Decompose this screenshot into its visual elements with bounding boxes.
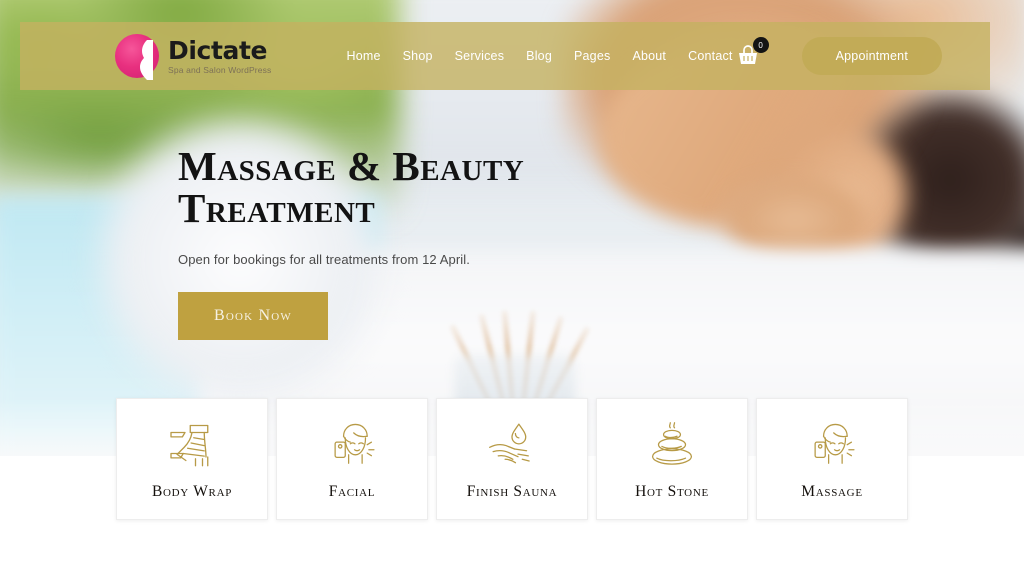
nav-item-pages[interactable]: Pages (574, 49, 610, 63)
cart-button[interactable]: 0 (736, 37, 769, 68)
page-root: Dictate Spa and Salon WordPress Home Sho… (0, 0, 1024, 588)
stacked-stones-steam-icon (645, 417, 699, 469)
logo-circle-icon (115, 34, 159, 80)
hero-content: Massage & Beauty Treatment Open for book… (178, 143, 608, 340)
service-card-finish-sauna[interactable]: Finish Sauna (436, 398, 588, 520)
woman-silhouette-icon (140, 40, 153, 80)
brand-logo[interactable]: Dictate Spa and Salon WordPress (115, 34, 272, 80)
hero-title-line-2: Treatment (178, 184, 376, 231)
service-card-label: Finish Sauna (466, 483, 558, 500)
nav-item-contact[interactable]: Contact (688, 49, 732, 63)
service-card-label: Massage (801, 483, 863, 500)
face-towel-turban-icon (325, 417, 379, 469)
service-card-facial[interactable]: Facial (276, 398, 428, 520)
main-navigation: Home Shop Services Blog Pages About Cont… (346, 49, 732, 63)
service-cards: Body Wrap Facial Finish Sauna Hot Stone … (116, 398, 908, 520)
cart-count-badge: 0 (752, 37, 769, 53)
hand-water-drop-icon (484, 417, 540, 469)
service-card-label: Body Wrap (151, 483, 233, 500)
nav-item-shop[interactable]: Shop (403, 49, 433, 63)
service-card-hot-stone[interactable]: Hot Stone (596, 398, 748, 520)
face-towel-turban-icon (805, 417, 859, 469)
service-card-body-wrap[interactable]: Body Wrap (116, 398, 268, 520)
appointment-button[interactable]: Appointment (801, 37, 942, 75)
wrapped-leg-icon (164, 417, 220, 469)
brand-tagline: Spa and Salon WordPress (168, 64, 272, 75)
service-card-label: Facial (328, 483, 376, 500)
hero-subtitle: Open for bookings for all treatments fro… (178, 251, 470, 267)
book-now-button[interactable]: Book Now (178, 291, 328, 340)
nav-item-services[interactable]: Services (455, 49, 505, 63)
header-actions: 0 Appointment (736, 37, 942, 75)
service-card-label: Hot Stone (635, 483, 709, 500)
brand-name: Dictate (168, 35, 268, 65)
nav-item-about[interactable]: About (632, 49, 666, 63)
service-card-massage[interactable]: Massage (756, 398, 908, 520)
nav-item-home[interactable]: Home (346, 49, 380, 63)
hero-title-line-1: Massage & Beauty (178, 143, 525, 189)
hero-title: Massage & Beauty Treatment (178, 143, 608, 231)
site-header: Dictate Spa and Salon WordPress Home Sho… (20, 22, 990, 90)
nav-item-blog[interactable]: Blog (526, 49, 552, 63)
